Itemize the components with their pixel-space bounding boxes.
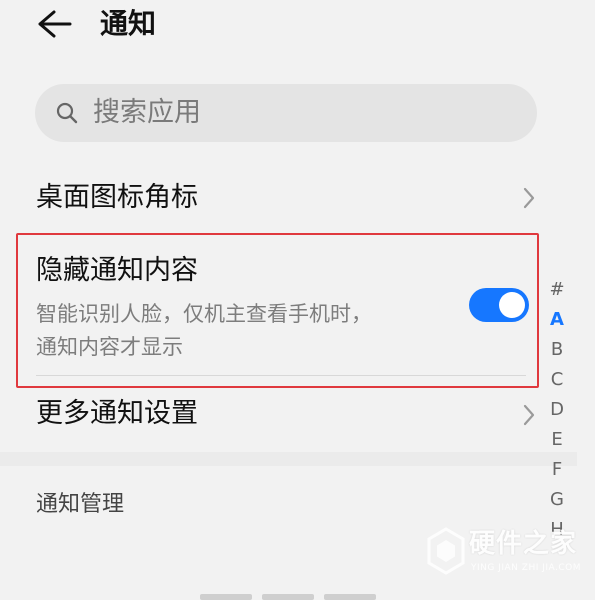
alpha-letter-hash[interactable]: # [545, 275, 569, 305]
back-button[interactable] [34, 6, 74, 42]
badge-settings-row[interactable]: 桌面图标角标 [20, 168, 560, 228]
bottom-nav-partial [200, 594, 252, 600]
section-divider [0, 452, 577, 466]
notification-settings-screen: 通知 搜索应用 桌面图标角标 隐藏通知内容 智能识别人脸，仅机主查看手机时， 通… [0, 0, 595, 600]
toggle-knob [499, 292, 525, 318]
more-settings-label: 更多通知设置 [36, 398, 198, 429]
arrow-left-icon [38, 10, 72, 38]
search-placeholder: 搜索应用 [93, 97, 201, 128]
row-divider [36, 375, 526, 376]
alpha-letter-a[interactable]: A [545, 305, 569, 335]
search-input[interactable]: 搜索应用 [35, 84, 537, 142]
chevron-right-icon [523, 404, 535, 426]
hide-content-description-line1: 智能识别人脸，仅机主查看手机时， [36, 302, 372, 326]
alpha-letter-f[interactable]: F [545, 455, 569, 485]
search-icon [56, 102, 78, 124]
bottom-nav-partial [324, 594, 376, 600]
watermark: 硬件之家 YING JIAN ZHI JIA.COM [425, 526, 585, 580]
watermark-title: 硬件之家 [469, 529, 578, 559]
alpha-letter-d[interactable]: D [545, 395, 569, 425]
hide-content-toggle[interactable] [469, 288, 529, 322]
alpha-letter-g[interactable]: G [545, 485, 569, 515]
more-notification-settings-row[interactable]: 更多通知设置 [20, 386, 560, 446]
watermark-logo-icon [427, 527, 465, 575]
hide-content-label: 隐藏通知内容 [36, 255, 198, 286]
hide-content-description-line2: 通知内容才显示 [36, 335, 183, 359]
page-title: 通知 [100, 7, 157, 40]
bottom-nav-partial [262, 594, 314, 600]
alpha-letter-e[interactable]: E [545, 425, 569, 455]
watermark-subtitle: YING JIAN ZHI JIA.COM [471, 563, 582, 573]
section-title: 通知管理 [36, 492, 125, 517]
alphabet-index[interactable]: # A B C D E F G H [545, 275, 569, 545]
chevron-right-icon [523, 187, 535, 209]
alpha-letter-b[interactable]: B [545, 335, 569, 365]
badge-settings-label: 桌面图标角标 [36, 182, 198, 213]
alpha-letter-c[interactable]: C [545, 365, 569, 395]
